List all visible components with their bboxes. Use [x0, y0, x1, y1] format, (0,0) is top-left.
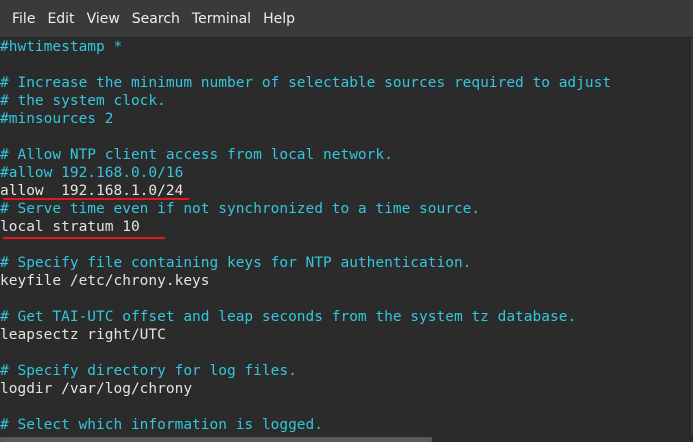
terminal-content[interactable]: #hwtimestamp * # Increase the minimum nu…	[0, 38, 693, 434]
menu-view[interactable]: View	[81, 7, 126, 31]
menu-bar: File Edit View Search Terminal Help	[0, 0, 693, 38]
annotation-underline-allow	[3, 198, 189, 200]
terminal-line: leapsectz right/UTC	[0, 327, 166, 343]
terminal-line: # Serve time even if not synchronized to…	[0, 201, 481, 217]
terminal-line: logdir /var/log/chrony	[0, 381, 193, 397]
menu-terminal[interactable]: Terminal	[186, 7, 257, 31]
menu-search[interactable]: Search	[126, 7, 186, 31]
terminal-line-local-stratum: local stratum 10	[0, 219, 140, 235]
terminal-line: # Specify file containing keys for NTP a…	[0, 255, 472, 271]
terminal-line: # Allow NTP client access from local net…	[0, 147, 393, 163]
terminal-line: #allow 192.168.0.0/16	[0, 165, 184, 181]
terminal-line: # Select which information is logged.	[0, 417, 324, 433]
menu-edit[interactable]: Edit	[41, 7, 80, 31]
terminal-line: # Increase the minimum number of selecta…	[0, 75, 612, 91]
terminal-line: keyfile /etc/chrony.keys	[0, 273, 210, 289]
annotation-underline-local-stratum	[3, 237, 165, 239]
menu-help[interactable]: Help	[257, 7, 301, 31]
horizontal-scrollbar-thumb[interactable]	[0, 437, 432, 442]
terminal-line: # the system clock.	[0, 93, 166, 109]
menu-file[interactable]: File	[6, 7, 41, 31]
horizontal-scrollbar[interactable]	[0, 434, 693, 442]
terminal-line: # Specify directory for log files.	[0, 363, 297, 379]
terminal-line: # Get TAI-UTC offset and leap seconds fr…	[0, 309, 577, 325]
terminal-line: #minsources 2	[0, 111, 114, 127]
terminal-window: File Edit View Search Terminal Help #hwt…	[0, 0, 693, 442]
terminal-line: #hwtimestamp *	[0, 39, 123, 55]
